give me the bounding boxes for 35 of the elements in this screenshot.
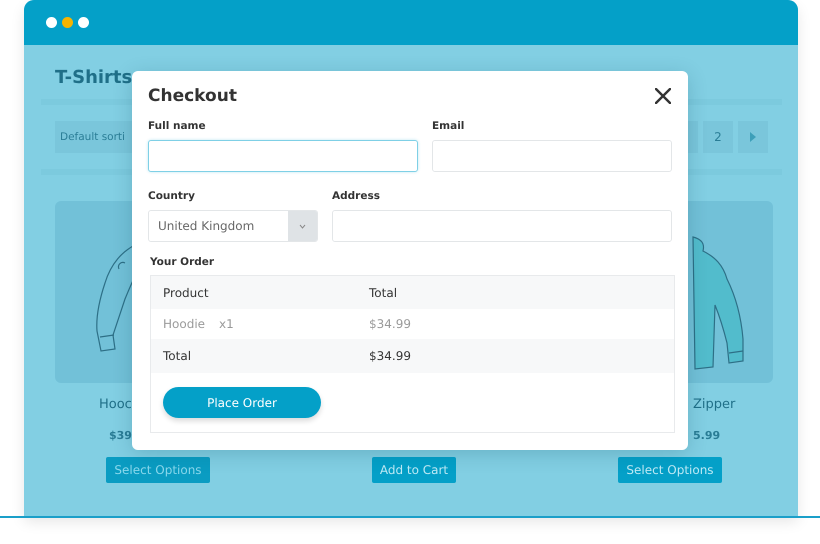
product-button[interactable]: Add to Cart <box>372 457 456 483</box>
window-dot[interactable] <box>78 17 89 28</box>
product-price: 5.99 <box>693 429 720 444</box>
product-price: $39 <box>109 429 132 444</box>
section-heading: Your Order <box>150 256 216 268</box>
product-name: Zipper <box>693 397 736 414</box>
page-title: T-Shirts <box>55 67 134 90</box>
next-page-button[interactable] <box>738 121 768 153</box>
window-dot[interactable] <box>46 17 57 28</box>
sort-dropdown[interactable]: Default sorti <box>55 121 135 153</box>
quantity-text: x1 <box>219 317 234 331</box>
product-button[interactable]: Select Options <box>618 457 722 483</box>
field-label: Country <box>148 190 196 204</box>
input-field[interactable] <box>332 210 672 242</box>
input-field[interactable] <box>432 140 672 172</box>
column-header: Total <box>369 286 398 300</box>
page-button[interactable]: 2 <box>703 121 733 153</box>
field-label: Full name <box>148 120 207 134</box>
country-select[interactable]: United Kingdom <box>148 210 318 242</box>
close-button[interactable] <box>654 87 672 105</box>
close-icon <box>655 88 671 104</box>
field-label: Address <box>332 190 381 204</box>
chevron-down-icon <box>299 224 306 228</box>
table-cell: $34.99 <box>369 317 411 331</box>
product-name: Hooc <box>99 397 132 414</box>
dialog-title: Checkout <box>148 86 237 106</box>
table-cell: Total <box>163 349 192 363</box>
next-arrow-icon <box>749 132 757 142</box>
table-cell: $34.99 <box>369 349 411 363</box>
field-label: Email <box>432 120 466 134</box>
input-field[interactable] <box>148 140 418 172</box>
window-dot[interactable] <box>62 17 73 28</box>
place-order-button[interactable]: Place Order <box>163 387 321 418</box>
column-header: Product <box>163 286 210 300</box>
table-cell: Hoodie <box>163 317 206 331</box>
